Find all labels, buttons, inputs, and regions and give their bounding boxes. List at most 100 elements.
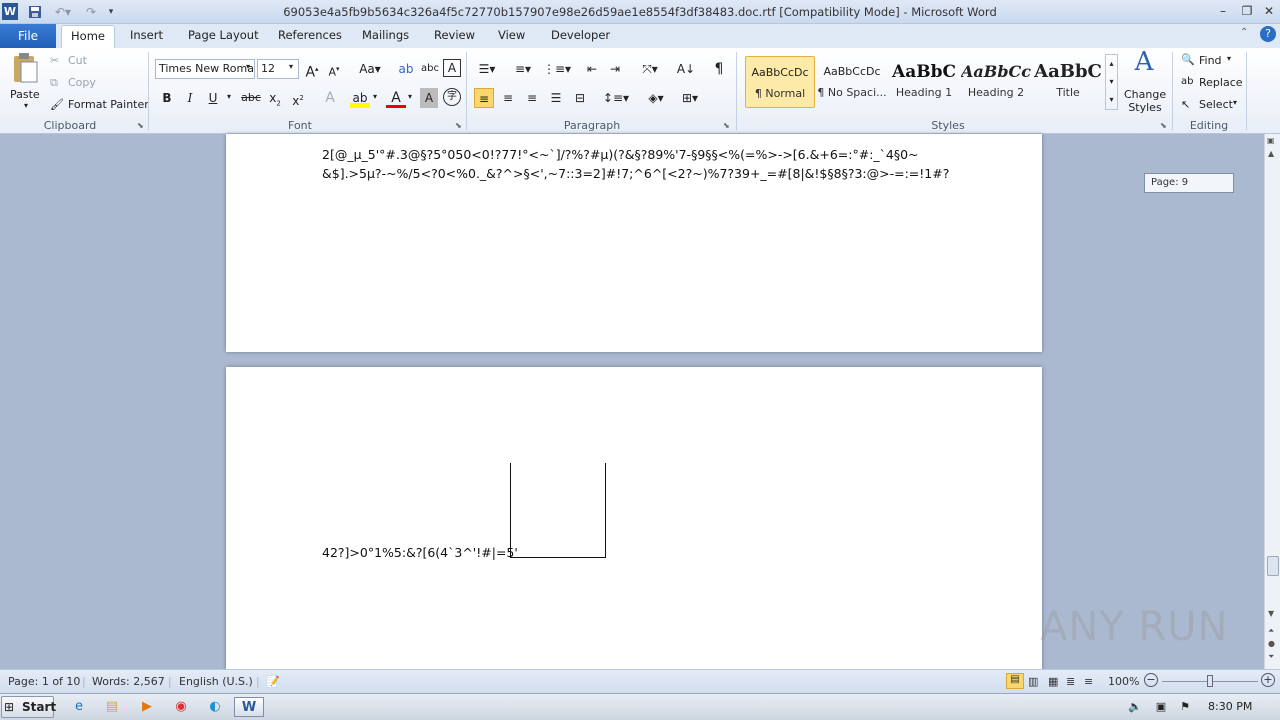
minimize-button[interactable]: –	[1212, 2, 1234, 20]
align-right-icon[interactable]: ≡	[522, 88, 542, 108]
next-page-icon[interactable]: ⏷	[1268, 652, 1274, 662]
style-normal[interactable]: AaBbCcDc ¶ Normal	[745, 56, 815, 108]
enclose-characters-icon[interactable]: 字	[443, 88, 461, 106]
font-launcher-icon[interactable]: ⬊	[455, 121, 462, 130]
align-center-icon[interactable]: ≡	[498, 88, 518, 108]
scroll-thumb[interactable]	[1267, 556, 1279, 576]
select-button[interactable]: Select	[1199, 98, 1233, 111]
text-effects-icon[interactable]: A	[320, 88, 340, 108]
chrome-icon[interactable]: ◉	[170, 697, 192, 717]
outline-icon[interactable]: ≣	[1066, 675, 1075, 688]
show-formatting-icon[interactable]: ¶	[709, 59, 729, 79]
ruler-toggle-icon[interactable]: ▣	[1267, 136, 1275, 145]
style-title[interactable]: AaBbC Title	[1033, 56, 1103, 108]
style-heading-2[interactable]: AaBbCc Heading 2	[961, 56, 1031, 108]
increase-indent-icon[interactable]: ⇥	[605, 59, 625, 79]
zoom-in-icon[interactable]: +	[1261, 673, 1275, 687]
file-explorer-icon[interactable]: ▤	[101, 697, 123, 717]
tab-developer[interactable]: Developer	[551, 28, 610, 42]
change-styles-icon[interactable]: A	[1126, 49, 1162, 84]
change-case-icon[interactable]: Aa▾	[356, 59, 384, 79]
word-count-status[interactable]: Words: 2,567	[92, 675, 165, 688]
replace-button[interactable]: Replace	[1199, 76, 1243, 89]
help-icon[interactable]: ?	[1260, 26, 1276, 42]
scroll-up-icon[interactable]: ▲	[1268, 149, 1274, 158]
underline-icon[interactable]: U	[203, 88, 223, 108]
clock[interactable]: 8:30 PM	[1208, 700, 1252, 713]
font-size-dropdown-icon[interactable]: ▾	[289, 62, 293, 71]
change-styles-button[interactable]: Change Styles	[1124, 88, 1166, 114]
phonetic-guide-icon[interactable]: abc	[420, 59, 440, 79]
grow-font-icon[interactable]: A▴	[302, 59, 322, 81]
minimize-ribbon-icon[interactable]: ⌃	[1240, 27, 1248, 38]
document-line[interactable]: 42?]>0°1%5:&?[6(4`3^'!#|=5'	[322, 545, 518, 560]
font-name-dropdown-icon[interactable]: ▾	[246, 62, 250, 71]
media-player-icon[interactable]: ▶	[136, 697, 158, 717]
clear-formatting-icon[interactable]: ab	[396, 59, 416, 79]
character-shading-icon[interactable]: A	[420, 88, 438, 108]
close-button[interactable]: ✕	[1258, 2, 1280, 20]
maximize-button[interactable]: ❐	[1236, 2, 1258, 20]
tab-view[interactable]: View	[498, 28, 525, 42]
line-spacing-icon[interactable]: ↕≡▾	[602, 88, 630, 108]
styles-launcher-icon[interactable]: ⬊	[1160, 121, 1167, 130]
document-page[interactable]: 2[@_µ_5'°#.3@§?5°050<0!?77!°<~`]/?%?#µ)(…	[226, 134, 1042, 352]
volume-icon[interactable]: 🔈	[1124, 697, 1146, 717]
font-color-icon[interactable]: A	[386, 88, 406, 108]
paste-button[interactable]: Paste	[10, 88, 40, 101]
browse-object-icon[interactable]: ●	[1268, 639, 1275, 648]
align-left-icon[interactable]: ≡	[474, 88, 494, 108]
page-count-status[interactable]: Page: 1 of 10	[8, 675, 80, 688]
font-name-combo[interactable]: Times New Roma	[155, 59, 255, 79]
clipboard-launcher-icon[interactable]: ⬊	[137, 121, 144, 130]
paste-icon[interactable]	[10, 52, 40, 86]
full-screen-reading-icon[interactable]: ▥	[1028, 675, 1038, 688]
shading-icon[interactable]: ◈▾	[642, 88, 670, 108]
find-button[interactable]: Find	[1199, 54, 1222, 67]
numbering-icon[interactable]: ≡▾	[508, 59, 538, 79]
document-line[interactable]: &$].>5µ?-~%/5<?0<%0._&?^>§<',~7::3=2]#!7…	[322, 166, 949, 181]
style-heading-1[interactable]: AaBbC Heading 1	[889, 56, 959, 108]
text-box-frame[interactable]	[510, 463, 606, 558]
distributed-icon[interactable]: ⊟	[570, 88, 590, 108]
bullets-icon[interactable]: ☰▾	[474, 59, 500, 79]
tab-mailings[interactable]: Mailings	[362, 28, 409, 42]
decrease-indent-icon[interactable]: ⇤	[582, 59, 602, 79]
tab-file[interactable]: File	[0, 24, 56, 48]
print-layout-icon[interactable]: ▤	[1006, 673, 1024, 689]
select-dropdown-icon[interactable]: ▾	[1233, 98, 1237, 107]
character-border-icon[interactable]: A	[443, 59, 461, 77]
vertical-scrollbar[interactable]: ▣ ▲ ▼ ⏶ ● ⏷	[1264, 134, 1280, 669]
tab-page-layout[interactable]: Page Layout	[188, 28, 259, 42]
network-icon[interactable]: ▣	[1150, 697, 1172, 717]
shrink-font-icon[interactable]: A▾	[324, 59, 344, 79]
format-painter-button[interactable]: Format Painter	[68, 98, 149, 111]
paste-dropdown-icon[interactable]: ▾	[24, 101, 28, 110]
document-area[interactable]: 2[@_µ_5'°#.3@§?5°050<0!?77!°<~`]/?%?#µ)(…	[0, 134, 1264, 677]
find-dropdown-icon[interactable]: ▾	[1227, 54, 1231, 63]
language-status[interactable]: English (U.S.)	[179, 675, 253, 688]
styles-scroll-icon[interactable]: ▴ ▾ ▾	[1105, 54, 1118, 110]
highlight-dropdown-icon[interactable]: ▾	[373, 92, 377, 101]
internet-explorer-icon[interactable]: e	[68, 697, 90, 717]
bold-icon[interactable]: B	[157, 88, 177, 108]
underline-dropdown-icon[interactable]: ▾	[227, 92, 231, 101]
tab-review[interactable]: Review	[434, 28, 475, 42]
draft-icon[interactable]: ≡	[1084, 675, 1093, 688]
copy-button[interactable]: Copy	[68, 76, 96, 89]
cut-button[interactable]: Cut	[68, 54, 87, 67]
zoom-slider-thumb[interactable]	[1207, 675, 1213, 687]
subscript-icon[interactable]: x2	[265, 88, 285, 108]
strikethrough-icon[interactable]: abc	[239, 88, 263, 108]
style-no-spacing[interactable]: AaBbCcDc ¶ No Spaci...	[817, 56, 887, 108]
document-line[interactable]: 2[@_µ_5'°#.3@§?5°050<0!?77!°<~`]/?%?#µ)(…	[322, 147, 919, 162]
web-layout-icon[interactable]: ▦	[1048, 675, 1058, 688]
scroll-down-icon[interactable]: ▼	[1268, 609, 1274, 618]
edge-icon[interactable]: ◐	[204, 697, 226, 717]
highlight-color-icon[interactable]: ab	[350, 88, 370, 108]
superscript-icon[interactable]: x2	[288, 88, 308, 108]
italic-icon[interactable]: I	[180, 88, 200, 108]
tab-references[interactable]: References	[278, 28, 342, 42]
action-center-icon[interactable]: ⚑	[1174, 697, 1196, 717]
previous-page-icon[interactable]: ⏶	[1268, 626, 1274, 636]
